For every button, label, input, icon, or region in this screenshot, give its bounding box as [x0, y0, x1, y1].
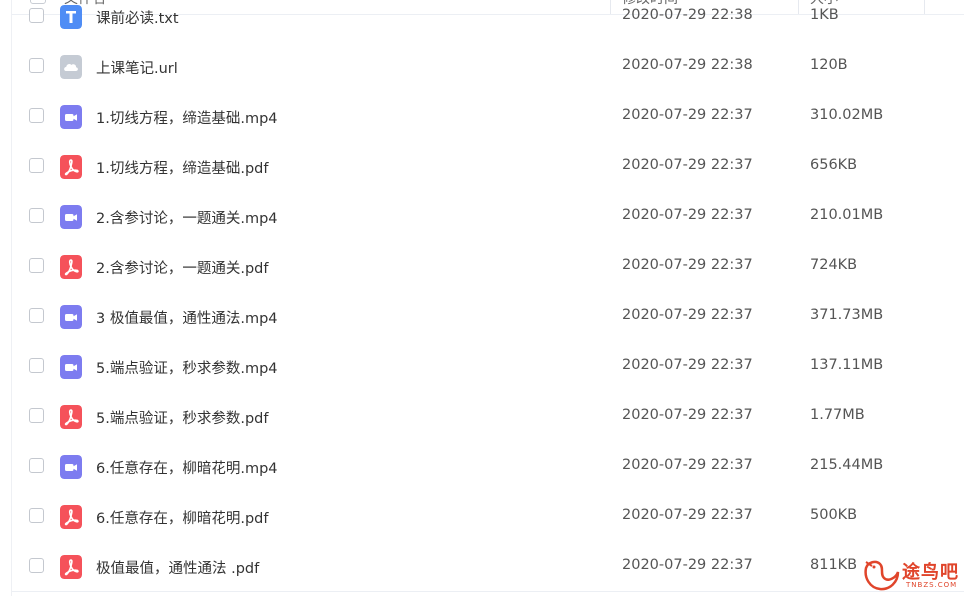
file-row[interactable]: 2.含参讨论，一题通关.pdf 2020-07-29 22:37 724KB — [12, 242, 964, 292]
bird-logo-icon — [864, 560, 900, 591]
video-file-icon — [60, 305, 82, 329]
list-bottom-divider — [12, 591, 964, 592]
file-row[interactable]: 5.端点验证，秒求参数.pdf 2020-07-29 22:37 1.77MB — [12, 392, 964, 442]
cloud-link-icon — [60, 55, 82, 79]
file-row[interactable]: 3 极值最值，通性通法.mp4 2020-07-29 22:37 371.73MB — [12, 292, 964, 342]
file-size: 310.02MB — [810, 107, 884, 123]
file-name[interactable]: 上课笔记.url — [96, 57, 178, 78]
file-size: 656KB — [810, 157, 858, 173]
row-checkbox[interactable] — [29, 408, 44, 423]
pdf-file-icon — [60, 255, 82, 279]
file-name[interactable]: 2.含参讨论，一题通关.pdf — [96, 257, 268, 278]
file-name[interactable]: 3 极值最值，通性通法.mp4 — [96, 307, 278, 328]
row-checkbox[interactable] — [29, 8, 44, 23]
file-modified-date: 2020-07-29 22:37 — [622, 507, 753, 523]
file-name[interactable]: 5.端点验证，秒求参数.pdf — [96, 407, 268, 428]
file-name[interactable]: 5.端点验证，秒求参数.mp4 — [96, 357, 278, 378]
file-name[interactable]: 2.含参讨论，一题通关.mp4 — [96, 207, 278, 228]
file-list: 课前必读.txt 2020-07-29 22:38 1KB 上课笔记.url 2020-… — [12, 0, 964, 592]
file-name[interactable]: 课前必读.txt — [96, 7, 179, 28]
video-file-icon — [60, 455, 82, 479]
file-name[interactable]: 极值最值，通性通法 .pdf — [96, 557, 259, 578]
file-modified-date: 2020-07-29 22:37 — [622, 207, 753, 223]
row-checkbox[interactable] — [29, 158, 44, 173]
video-file-icon — [60, 355, 82, 379]
file-size: 500KB — [810, 507, 858, 523]
row-checkbox[interactable] — [29, 58, 44, 73]
row-checkbox[interactable] — [29, 258, 44, 273]
row-checkbox[interactable] — [29, 208, 44, 223]
file-name[interactable]: 1.切线方程，缔造基础.mp4 — [96, 107, 278, 128]
pdf-file-icon — [60, 555, 82, 579]
video-file-icon — [60, 205, 82, 229]
file-size: 210.01MB — [810, 207, 884, 223]
file-modified-date: 2020-07-29 22:37 — [622, 357, 753, 373]
file-size: 811KB — [810, 557, 858, 573]
file-modified-date: 2020-07-29 22:37 — [622, 107, 753, 123]
file-row[interactable]: 5.端点验证，秒求参数.mp4 2020-07-29 22:37 137.11MB — [12, 342, 964, 392]
pdf-file-icon — [60, 505, 82, 529]
row-checkbox[interactable] — [29, 308, 44, 323]
file-row[interactable]: 极值最值，通性通法 .pdf 2020-07-29 22:37 811KB — [12, 542, 964, 592]
file-modified-date: 2020-07-29 22:38 — [622, 7, 753, 23]
file-modified-date: 2020-07-29 22:37 — [622, 457, 753, 473]
file-size: 724KB — [810, 257, 858, 273]
file-name[interactable]: 1.切线方程，缔造基础.pdf — [96, 157, 268, 178]
file-modified-date: 2020-07-29 22:37 — [622, 557, 753, 573]
watermark-logo: 途鸟吧 TNBZS.COM — [860, 556, 964, 596]
file-row[interactable]: 6.任意存在，柳暗花明.mp4 2020-07-29 22:37 215.44MB — [12, 442, 964, 492]
file-size: 1.77MB — [810, 407, 865, 423]
row-checkbox[interactable] — [29, 558, 44, 573]
row-checkbox[interactable] — [29, 358, 44, 373]
file-size: 1KB — [810, 7, 839, 23]
file-modified-date: 2020-07-29 22:37 — [622, 157, 753, 173]
file-row[interactable]: 上课笔记.url 2020-07-29 22:38 120B — [12, 42, 964, 92]
row-checkbox[interactable] — [29, 458, 44, 473]
file-row[interactable]: 课前必读.txt 2020-07-29 22:38 1KB — [12, 0, 964, 42]
file-modified-date: 2020-07-29 22:37 — [622, 407, 753, 423]
row-checkbox[interactable] — [29, 108, 44, 123]
file-modified-date: 2020-07-29 22:37 — [622, 257, 753, 273]
pdf-file-icon — [60, 405, 82, 429]
file-size: 120B — [810, 57, 848, 73]
file-list-window: 文件名 修改时间 ▼ 大小 课前必读.txt2020-07-29 22:381K… — [0, 0, 964, 596]
file-size: 137.11MB — [810, 357, 884, 373]
text-file-icon — [60, 5, 82, 29]
file-row[interactable]: 1.切线方程，缔造基础.pdf 2020-07-29 22:37 656KB — [12, 142, 964, 192]
video-file-icon — [60, 105, 82, 129]
pdf-file-icon — [60, 155, 82, 179]
file-name[interactable]: 6.任意存在，柳暗花明.pdf — [96, 507, 268, 528]
file-size: 371.73MB — [810, 307, 884, 323]
file-row[interactable]: 1.切线方程，缔造基础.mp4 2020-07-29 22:37 310.02MB — [12, 92, 964, 142]
file-modified-date: 2020-07-29 22:37 — [622, 307, 753, 323]
file-row[interactable]: 6.任意存在，柳暗花明.pdf 2020-07-29 22:37 500KB — [12, 492, 964, 542]
row-checkbox[interactable] — [29, 508, 44, 523]
watermark-subtext: TNBZS.COM — [906, 581, 958, 589]
file-name[interactable]: 6.任意存在，柳暗花明.mp4 — [96, 457, 278, 478]
file-modified-date: 2020-07-29 22:38 — [622, 57, 753, 73]
file-row[interactable]: 2.含参讨论，一题通关.mp4 2020-07-29 22:37 210.01MB — [12, 192, 964, 242]
file-size: 215.44MB — [810, 457, 884, 473]
